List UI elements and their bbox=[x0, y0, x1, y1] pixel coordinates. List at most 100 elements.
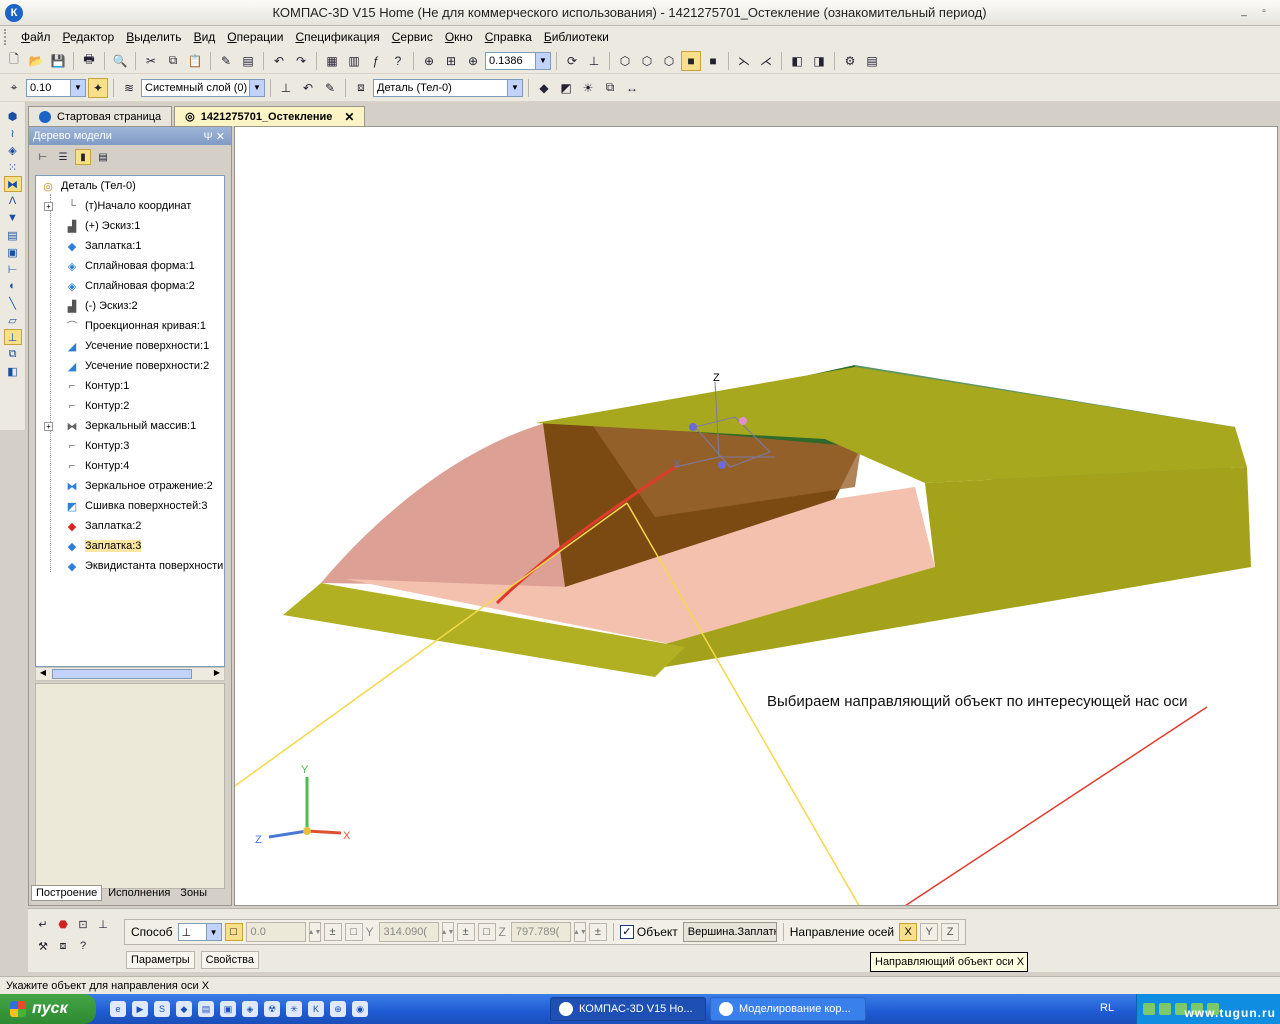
curves-icon[interactable]: ≀ bbox=[4, 125, 22, 141]
save-icon[interactable]: 💾 bbox=[48, 51, 68, 71]
method-combo[interactable]: ⊥ ▼ bbox=[177, 923, 222, 941]
function-icon[interactable]: ƒ bbox=[366, 51, 386, 71]
light-icon[interactable]: ☀ bbox=[578, 78, 598, 98]
shaded-icon[interactable]: ■ bbox=[681, 50, 701, 71]
app-icon[interactable]: ▣ bbox=[220, 1001, 236, 1017]
kompas-icon[interactable]: K bbox=[308, 1001, 324, 1017]
menu-operations[interactable]: Операции bbox=[221, 30, 289, 44]
start-button[interactable]: пуск bbox=[0, 994, 96, 1024]
assembly-mode-icon[interactable]: ◨ bbox=[809, 51, 829, 71]
language-indicator[interactable]: RL bbox=[1100, 1002, 1114, 1014]
step-combo[interactable]: 0.10 ▼ bbox=[26, 78, 86, 97]
properties-icon[interactable]: ▤ bbox=[238, 51, 258, 71]
tree-item[interactable]: ⌒ Проекционная кривая:1 bbox=[36, 316, 224, 336]
hidden-lines-icon[interactable]: ⬡ bbox=[637, 51, 657, 71]
print-icon[interactable]: 🖶 bbox=[79, 51, 99, 71]
chevron-down-icon[interactable]: ▼ bbox=[70, 79, 85, 96]
wireframe-icon[interactable]: ⬡ bbox=[615, 51, 635, 71]
dimension-icon[interactable]: ↔ bbox=[622, 78, 642, 98]
expand-icon[interactable]: + bbox=[44, 421, 53, 431]
menu-file[interactable]: Файл bbox=[15, 30, 57, 44]
tree-item[interactable]: ⌐ Контур:1 bbox=[36, 376, 224, 396]
settings-icon[interactable]: ⚙ bbox=[840, 51, 860, 71]
zoom-icon[interactable]: ⊕ bbox=[463, 51, 483, 71]
axis-z-direction-button[interactable]: Z bbox=[941, 923, 960, 941]
tree-item[interactable]: ⌐ Контур:4 bbox=[36, 456, 224, 476]
chevron-down-icon[interactable]: ▼ bbox=[507, 79, 522, 96]
open-file-icon[interactable]: 📂 bbox=[26, 51, 46, 71]
redo-icon[interactable]: ↷ bbox=[291, 51, 311, 71]
section-icon[interactable]: ⋋ bbox=[734, 51, 754, 71]
tab-document[interactable]: ◎ 1421275701_Остекление ✕ bbox=[174, 106, 366, 126]
tree-item[interactable]: ◢ Усечение поверхности:2 bbox=[36, 356, 224, 376]
expand-icon[interactable]: + bbox=[44, 201, 53, 211]
gizmo-handle[interactable] bbox=[718, 461, 726, 469]
color-icon[interactable]: ◩ bbox=[556, 78, 576, 98]
tree-horizontal-scrollbar[interactable]: ◀ ▶ bbox=[35, 667, 225, 681]
arrays-icon[interactable]: ⁙ bbox=[4, 159, 22, 175]
fit-icon[interactable]: ⊡ bbox=[74, 915, 92, 933]
close-icon[interactable]: ✕ bbox=[344, 110, 354, 124]
ie-icon[interactable]: e bbox=[110, 1001, 126, 1017]
tree-structure-icon[interactable]: ⊢ bbox=[35, 149, 51, 165]
orientation-icon[interactable]: ⊥ bbox=[584, 51, 604, 71]
tree-item[interactable]: ◆ Заплатка:3 bbox=[36, 536, 224, 556]
detail-combo[interactable]: Деталь (Тел-0) ▼ bbox=[373, 78, 523, 97]
app-icon[interactable]: ✳ bbox=[286, 1001, 302, 1017]
autocreate-icon[interactable]: ⚒ bbox=[34, 937, 52, 955]
preview-icon[interactable]: 🔍 bbox=[110, 51, 130, 71]
zoom-combo[interactable]: 0.1386 ▼ bbox=[485, 51, 551, 70]
material-icon[interactable]: ◆ bbox=[534, 78, 554, 98]
maximize-button[interactable]: ▫ bbox=[1256, 6, 1272, 20]
tree-item[interactable]: ◆ Эквидистанта поверхности bbox=[36, 556, 224, 576]
tab-parameters[interactable]: Параметры bbox=[126, 951, 195, 969]
tree-filter-icon[interactable]: ▤ bbox=[95, 149, 111, 165]
menu-libraries[interactable]: Библиотеки bbox=[538, 30, 615, 44]
axis-x-direction-button[interactable]: X bbox=[899, 923, 918, 941]
reports-icon[interactable]: ▣ bbox=[4, 244, 22, 260]
pin-toolbar-icon[interactable]: ⊥ bbox=[94, 915, 112, 933]
menu-window[interactable]: Окно bbox=[439, 30, 479, 44]
tree-item[interactable]: + ⧓ Зеркальный массив:1 bbox=[36, 416, 224, 436]
paste-icon[interactable]: 📋 bbox=[185, 51, 205, 71]
tree-list-icon[interactable]: ☰ bbox=[55, 149, 71, 165]
rotate-part-icon[interactable]: ◐ bbox=[4, 278, 22, 294]
model-tree[interactable]: ◎ Деталь (Тел-0) + └ (т)Начало координат ▟ (+)… bbox=[35, 175, 225, 667]
menu-help[interactable]: Справка bbox=[479, 30, 538, 44]
taskbar-item-browser[interactable]: Моделирование кор... bbox=[710, 997, 866, 1021]
manager-icon[interactable]: ▦ bbox=[322, 51, 342, 71]
taskbar-item-kompas[interactable]: КОМПАС-3D V15 Ho... bbox=[550, 997, 706, 1021]
sketch-mode-icon[interactable]: ✎ bbox=[320, 78, 340, 98]
object-checkbox[interactable]: ✓ bbox=[619, 925, 634, 939]
y-spin[interactable]: ▲▼ bbox=[441, 922, 454, 942]
tree-item[interactable]: ◈ Сплайновая форма:2 bbox=[36, 276, 224, 296]
axis-y-direction-button[interactable]: Y bbox=[920, 923, 939, 941]
z-spin[interactable]: ▲▼ bbox=[573, 922, 587, 942]
toolbar-more-icon[interactable]: ▤ bbox=[862, 51, 882, 71]
gizmo-handle[interactable] bbox=[689, 423, 697, 431]
orient-icon[interactable]: ↶ bbox=[298, 78, 318, 98]
diagnostics-icon[interactable]: ⧉ bbox=[4, 346, 22, 362]
tree-item[interactable]: ◈ Сплайновая форма:1 bbox=[36, 256, 224, 276]
scroll-right-icon[interactable]: ▶ bbox=[210, 668, 224, 680]
x-spin[interactable]: ▲▼ bbox=[308, 922, 321, 942]
plane-icon[interactable]: ▱ bbox=[4, 312, 22, 328]
menu-specification[interactable]: Спецификация bbox=[289, 30, 385, 44]
gizmo-handle[interactable] bbox=[739, 417, 747, 425]
local-cs-icon[interactable]: ⊥ bbox=[276, 78, 296, 98]
chrome-icon[interactable]: ◉ bbox=[352, 1001, 368, 1017]
tree-item[interactable]: ◩ Сшивка поверхностей:3 bbox=[36, 496, 224, 516]
pin-close-icon[interactable]: Ψ ✕ bbox=[204, 130, 225, 143]
x-coordinate-toggle[interactable]: □ bbox=[224, 923, 243, 941]
scroll-thumb[interactable] bbox=[52, 669, 192, 679]
chevron-down-icon[interactable]: ▼ bbox=[205, 924, 221, 940]
coordinate-system-icon[interactable]: ⊥ bbox=[3, 329, 22, 345]
tray-icon[interactable] bbox=[1159, 1003, 1171, 1015]
app-icon[interactable]: ◈ bbox=[242, 1001, 258, 1017]
menu-view[interactable]: Вид bbox=[188, 30, 222, 44]
tree-view-icon[interactable]: ▮ bbox=[75, 149, 91, 165]
variables-icon[interactable]: ▥ bbox=[344, 51, 364, 71]
layers-icon[interactable]: ≋ bbox=[119, 78, 139, 98]
skype-icon[interactable]: S bbox=[154, 1001, 170, 1017]
line-icon[interactable]: ╲ bbox=[4, 295, 22, 311]
